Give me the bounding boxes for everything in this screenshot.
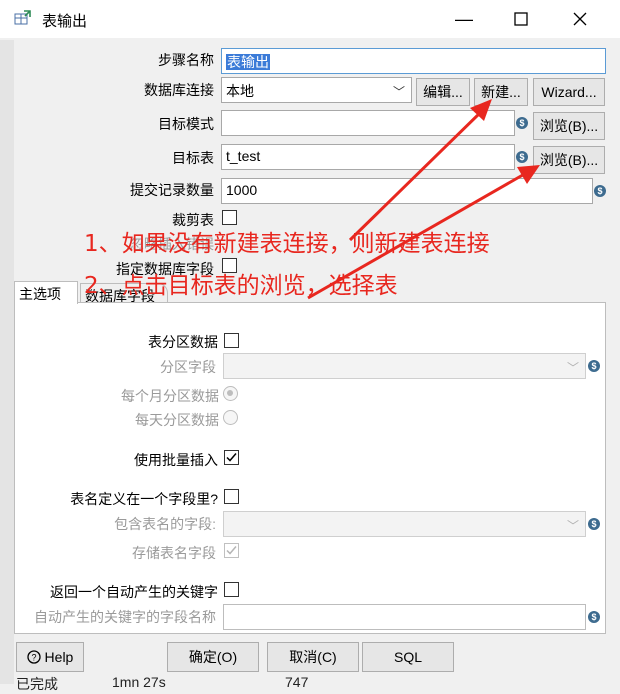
arrow-to-new-button xyxy=(348,99,492,242)
annotation-arrows xyxy=(307,99,540,300)
tab-main-options[interactable]: 主选项 xyxy=(14,281,78,304)
table-output-dialog: 表输出 — 步骤名称 表输出 数据库连接 本地 ﹀ 编辑... 新建... Wi… xyxy=(0,0,620,692)
arrow-to-browse-button xyxy=(307,165,540,300)
